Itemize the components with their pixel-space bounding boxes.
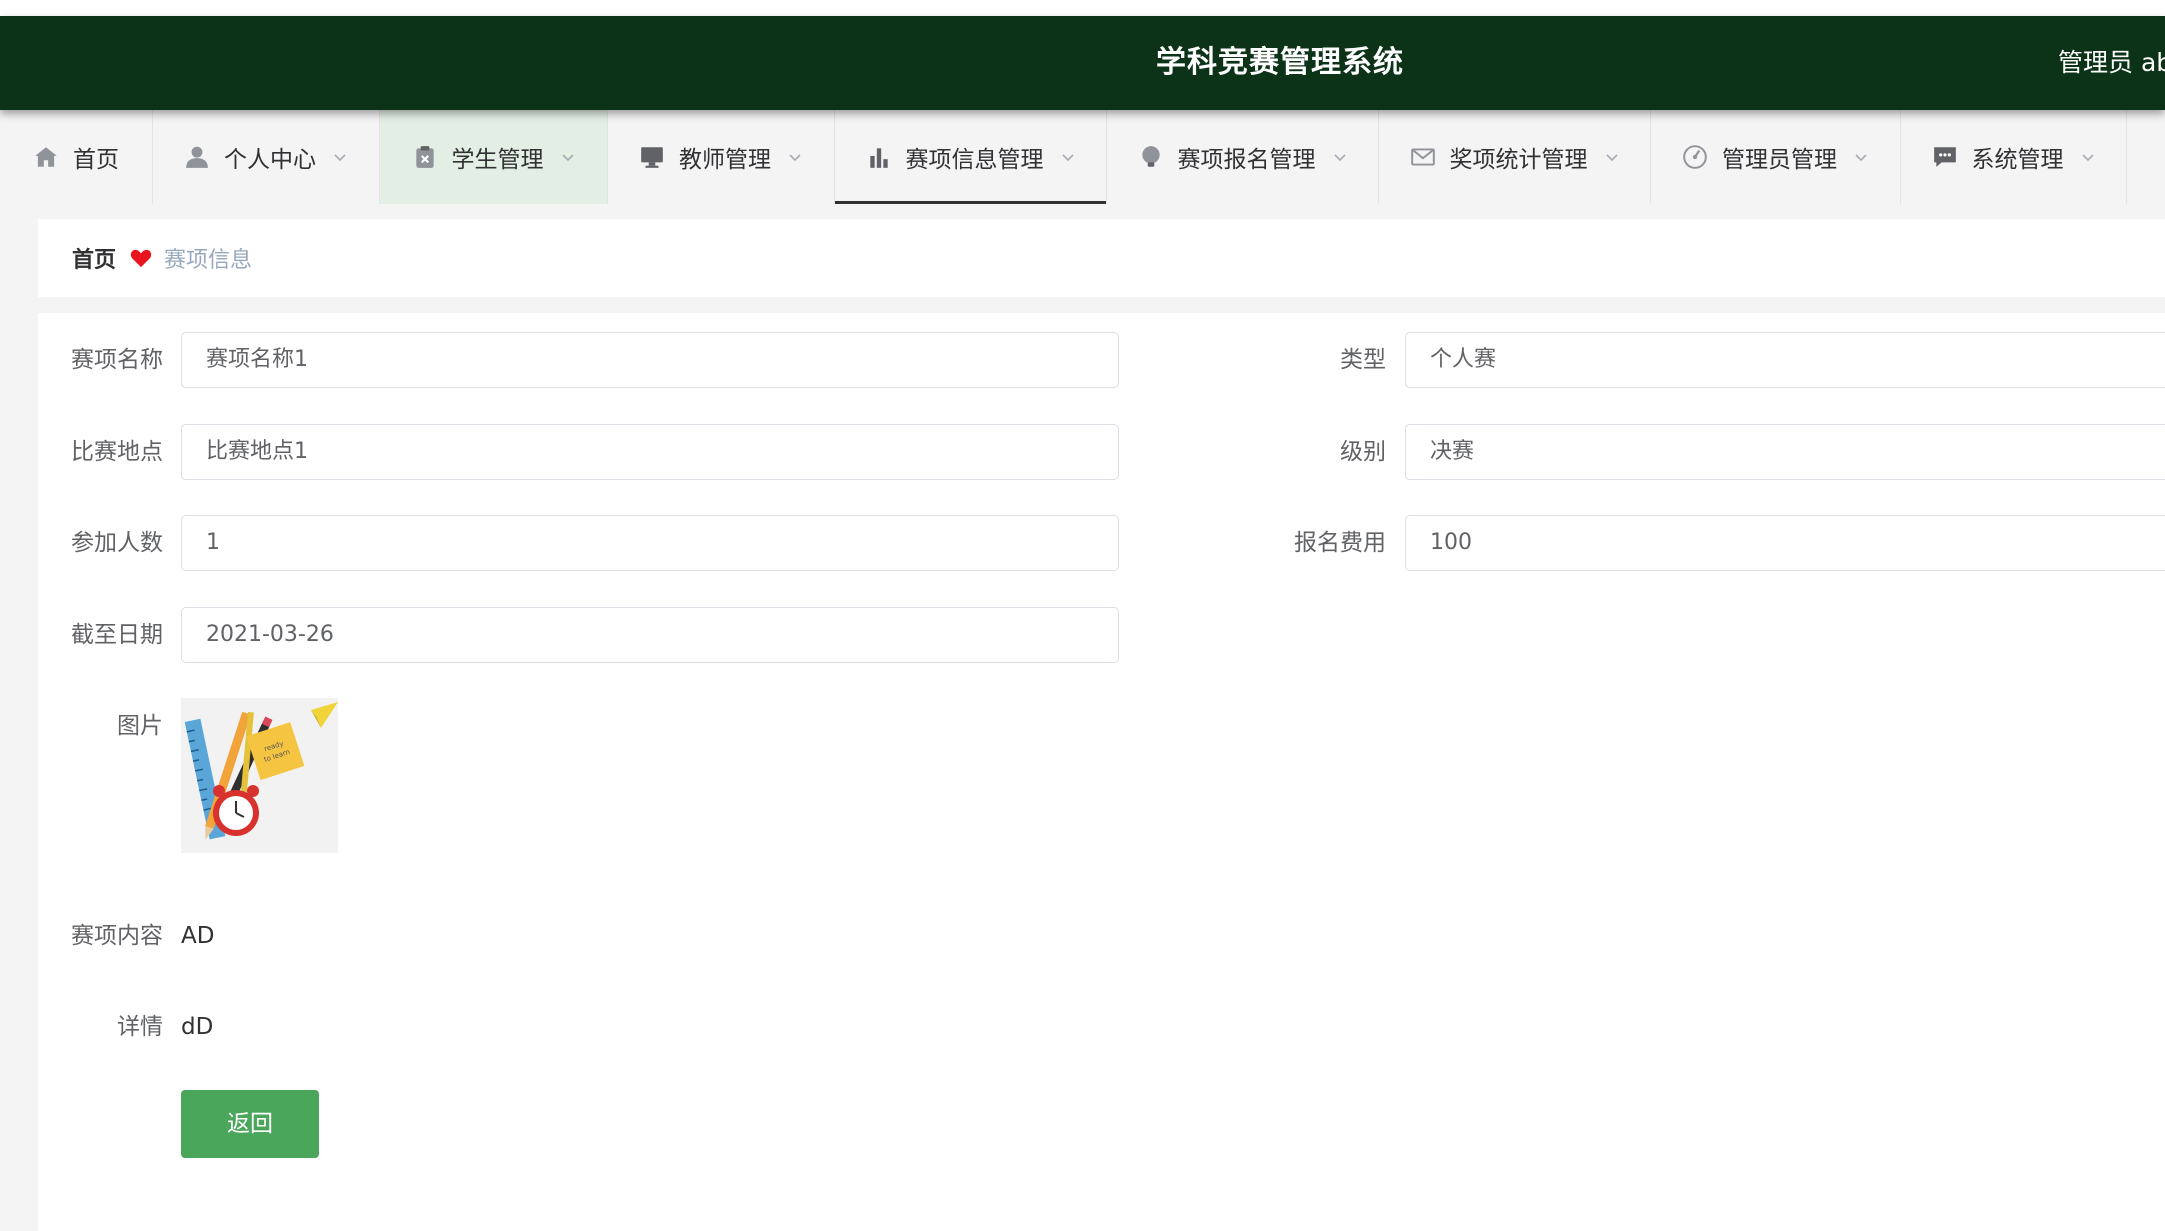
nav-item-event-info-mgmt[interactable]: 赛项信息管理: [835, 110, 1107, 204]
chevron-down-icon: [1333, 154, 1346, 162]
nav-item-personal-center[interactable]: 个人中心: [153, 110, 380, 204]
user-icon: [186, 146, 208, 168]
main-nav: 首页 个人中心 学生管理 教师管理 赛项信息管理 赛项报名管理 奖项统计管理 管…: [0, 110, 2165, 204]
deadline-field[interactable]: 2021-03-26: [181, 607, 1119, 663]
nav-item-award-stats-mgmt[interactable]: 奖项统计管理: [1379, 110, 1651, 204]
chevron-down-icon: [1605, 154, 1618, 162]
heart-icon: [130, 249, 152, 268]
chat-icon: [1933, 147, 1956, 167]
chevron-down-icon: [1061, 154, 1074, 162]
event-type-label: 类型: [1340, 347, 1386, 373]
event-content-label: 赛项内容: [71, 923, 163, 949]
nav-label-event-info-mgmt: 赛项信息管理: [905, 147, 1044, 173]
event-name-field[interactable]: 赛项名称1: [181, 332, 1119, 388]
monitor-icon: [641, 147, 663, 168]
gauge-icon: [1683, 145, 1707, 169]
event-name-label: 赛项名称: [71, 347, 163, 373]
back-button[interactable]: 返回: [181, 1090, 319, 1158]
breadcrumb: 首页 赛项信息: [38, 219, 2165, 297]
fee-label: 报名费用: [1294, 530, 1386, 556]
event-type-field[interactable]: 个人赛: [1405, 332, 2165, 388]
nav-label-award-stats-mgmt: 奖项统计管理: [1449, 147, 1588, 173]
detail-label: 详情: [117, 1014, 163, 1040]
level-label: 级别: [1340, 439, 1386, 465]
mail-icon: [1410, 148, 1435, 166]
deadline-label: 截至日期: [71, 622, 163, 648]
nav-overflow: [2127, 110, 2163, 204]
detail-value: dD: [181, 1014, 214, 1040]
nav-item-system-mgmt[interactable]: 系统管理: [1901, 110, 2127, 204]
nav-label-personal-center: 个人中心: [224, 147, 316, 173]
stationery-illustration: ready to learn: [181, 698, 338, 853]
fee-field[interactable]: 100: [1405, 515, 2165, 571]
home-icon: [35, 147, 57, 167]
location-field[interactable]: 比赛地点1: [181, 424, 1119, 480]
top-header: 学科竞赛管理系统 管理员 ab: [0, 16, 2165, 110]
chevron-down-icon: [334, 154, 346, 162]
nav-label-student-mgmt: 学生管理: [451, 147, 544, 173]
bulb-icon: [1141, 146, 1160, 167]
location-label: 比赛地点: [71, 439, 163, 465]
nav-item-home[interactable]: 首页: [0, 110, 153, 204]
breadcrumb-home[interactable]: 首页: [72, 242, 116, 274]
clipboard-icon: [415, 146, 434, 168]
nav-item-event-registration-mgmt[interactable]: 赛项报名管理: [1107, 110, 1379, 204]
nav-label-event-registration-mgmt: 赛项报名管理: [1177, 147, 1316, 173]
chevron-down-icon: [1855, 154, 1867, 162]
chevron-down-icon: [2081, 154, 2094, 162]
app-title: 学科竞赛管理系统: [1156, 45, 1404, 80]
chevron-down-icon: [561, 154, 574, 162]
nav-label-home: 首页: [73, 147, 119, 173]
chevron-down-icon: [789, 154, 801, 162]
admin-user-label[interactable]: 管理员 ab: [2058, 16, 2165, 110]
breadcrumb-current: 赛项信息: [164, 248, 253, 273]
nav-item-teacher-mgmt[interactable]: 教师管理: [608, 110, 835, 204]
nav-label-teacher-mgmt: 教师管理: [679, 147, 771, 173]
nav-label-system-mgmt: 系统管理: [1971, 147, 2064, 173]
nav-label-admin-mgmt: 管理员管理: [1722, 147, 1837, 173]
participants-field[interactable]: 1: [181, 515, 1119, 571]
level-field[interactable]: 决赛: [1405, 424, 2165, 480]
image-label: 图片: [117, 713, 163, 739]
nav-item-student-mgmt[interactable]: 学生管理: [380, 110, 608, 204]
bar-chart-icon: [869, 148, 888, 168]
participants-label: 参加人数: [71, 530, 163, 556]
nav-item-admin-mgmt[interactable]: 管理员管理: [1651, 110, 1901, 204]
event-content-value: AD: [181, 923, 215, 949]
event-image[interactable]: ready to learn: [181, 698, 338, 853]
